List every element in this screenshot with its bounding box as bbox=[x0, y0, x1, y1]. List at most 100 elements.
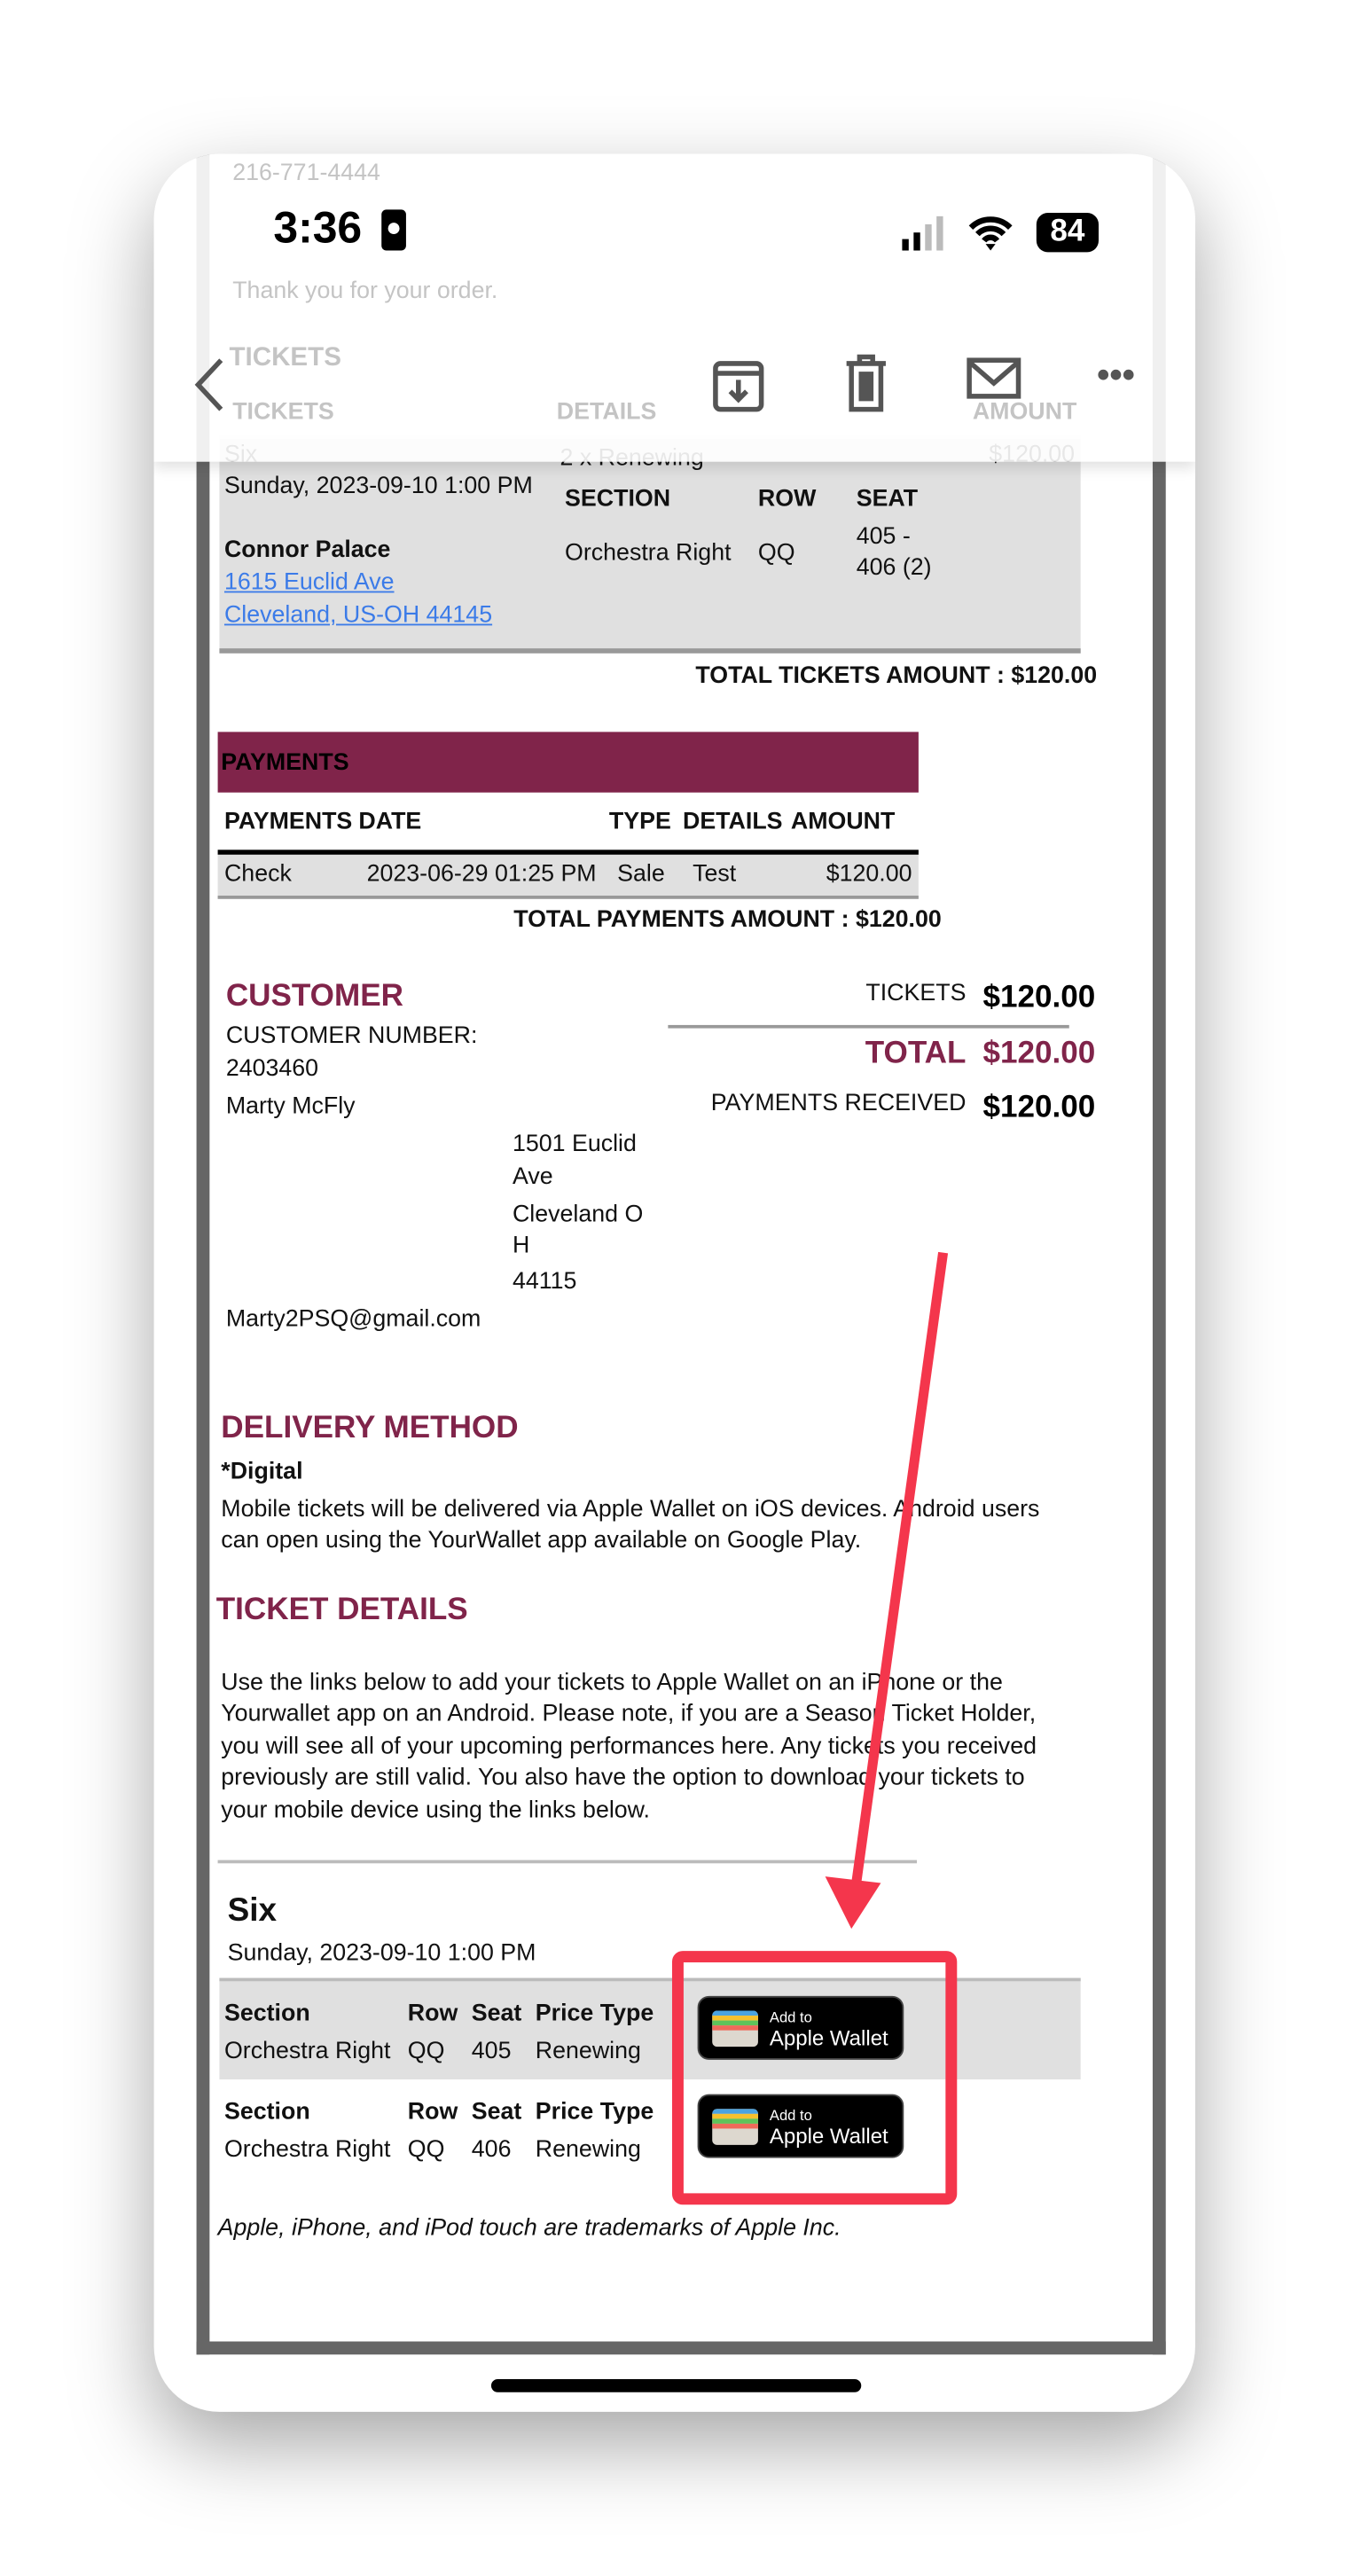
col-details: DETAILS bbox=[556, 399, 657, 427]
divider bbox=[217, 1860, 918, 1864]
total-tickets-amount: TOTAL TICKETS AMOUNT : $120.00 bbox=[695, 662, 1098, 690]
seat-value: 405 - bbox=[856, 523, 911, 551]
col-tickets: TICKETS bbox=[232, 399, 334, 427]
ticket-row-value: QQ bbox=[407, 2136, 445, 2164]
ticket-seat: 405 bbox=[471, 2038, 512, 2065]
battery-indicator: 84 bbox=[1036, 213, 1100, 253]
venue-address-link[interactable]: 1615 Euclid Ave bbox=[224, 570, 395, 597]
trademark-text: Apple, iPhone, and iPod touch are tradem… bbox=[217, 2215, 841, 2242]
payments-row: Check 2023-06-29 01:25 PM Sale Test $120… bbox=[217, 854, 919, 899]
summary-total: $120.00 bbox=[982, 1036, 1096, 1071]
summary-received-label: PAYMENTS RECEIVED bbox=[710, 1090, 967, 1117]
ticket-details-text: Use the links below to add your tickets … bbox=[221, 1670, 1003, 1696]
archive-icon[interactable] bbox=[712, 357, 764, 413]
payment-details: Test bbox=[693, 861, 737, 888]
wallet-large-label: Apple Wallet bbox=[769, 2025, 888, 2050]
email-body: 216-771-4444 Thank you for your order. T… bbox=[196, 153, 1166, 2355]
th-details: DETAILS bbox=[682, 809, 783, 835]
ticket-price-type: Renewing bbox=[535, 2136, 641, 2164]
th-section: Section bbox=[223, 2001, 310, 2027]
ticket-details-text: you will see all of your upcoming perfor… bbox=[221, 1734, 1037, 1760]
status-time: 3:36 bbox=[273, 202, 363, 253]
tickets-title: TICKETS bbox=[229, 343, 341, 372]
summary-tickets: $120.00 bbox=[982, 981, 1096, 1015]
payments-header-bar: PAYMENTS bbox=[217, 732, 919, 793]
ticket-seat: 406 bbox=[471, 2136, 512, 2164]
th-row: Row bbox=[407, 2001, 458, 2027]
id-badge-icon bbox=[381, 209, 406, 251]
show-date: Sunday, 2023-09-10 1:00 PM bbox=[223, 473, 533, 500]
delivery-method: *Digital bbox=[221, 1459, 303, 1485]
ticket-row-value: QQ bbox=[407, 2038, 445, 2065]
home-indicator[interactable] bbox=[490, 2378, 862, 2392]
payments-title: PAYMENTS bbox=[221, 749, 349, 777]
mail-icon[interactable] bbox=[966, 357, 1021, 400]
ticket-show-date: Sunday, 2023-09-10 1:00 PM bbox=[227, 1940, 536, 1967]
summary-divider bbox=[668, 1024, 1069, 1029]
payment-type: Sale bbox=[617, 861, 665, 888]
trash-icon[interactable] bbox=[843, 354, 889, 412]
wifi-icon bbox=[968, 216, 1013, 251]
row-header: ROW bbox=[757, 486, 817, 513]
ticket-details-text: your mobile device using the links below… bbox=[221, 1797, 650, 1825]
ticket-section: Orchestra Right bbox=[223, 2038, 391, 2065]
phone-screen: 216-771-4444 Thank you for your order. T… bbox=[153, 153, 1195, 2412]
seat-value-2: 406 (2) bbox=[856, 554, 932, 582]
delivery-text: Mobile tickets will be delivered via App… bbox=[221, 1496, 1040, 1523]
customer-name: Marty McFly bbox=[225, 1093, 356, 1121]
th-row: Row bbox=[407, 2099, 458, 2126]
customer-number-label: CUSTOMER NUMBER: bbox=[225, 1023, 478, 1050]
summary-received: $120.00 bbox=[982, 1090, 1096, 1125]
wallet-icon bbox=[712, 2109, 758, 2145]
ticket-details-title: TICKET DETAILS bbox=[215, 1593, 468, 1628]
customer-address-line: Cleveland O bbox=[512, 1202, 644, 1228]
venue-city-link[interactable]: Cleveland, US-OH 44145 bbox=[224, 603, 492, 630]
customer-address-line: H bbox=[512, 1233, 530, 1259]
total-payments-amount: TOTAL PAYMENTS AMOUNT : $120.00 bbox=[513, 906, 942, 934]
thanks-text: Thank you for your order. bbox=[232, 278, 498, 305]
wallet-large-label: Apple Wallet bbox=[769, 2123, 888, 2149]
th-payments: PAYMENTS bbox=[223, 809, 353, 835]
wallet-small-label: Add to bbox=[769, 2008, 812, 2026]
add-to-apple-wallet-button[interactable]: Add to Apple Wallet bbox=[697, 2094, 904, 2158]
th-amount: AMOUNT bbox=[790, 809, 896, 835]
payment-date: 2023-06-29 01:25 PM bbox=[366, 861, 597, 888]
payments-table-header: PAYMENTS DATE TYPE DETAILS AMOUNT bbox=[217, 793, 919, 855]
customer-address-line: 1501 Euclid bbox=[512, 1131, 637, 1158]
row-value: QQ bbox=[757, 540, 795, 567]
ticket-show-name: Six bbox=[227, 1892, 278, 1930]
th-section: Section bbox=[223, 2099, 310, 2126]
venue-name: Connor Palace bbox=[223, 536, 391, 564]
delivery-text-2: can open using the YourWallet app availa… bbox=[221, 1527, 862, 1554]
th-date: DATE bbox=[358, 809, 422, 835]
ticket-details-text: Yourwallet app on an Android. Please not… bbox=[221, 1701, 1037, 1728]
th-price-type: Price Type bbox=[535, 2001, 654, 2027]
add-to-apple-wallet-button[interactable]: Add to Apple Wallet bbox=[697, 1995, 904, 2060]
phone-number: 216-771-4444 bbox=[232, 160, 380, 187]
th-seat: Seat bbox=[471, 2099, 522, 2126]
seat-header: SEAT bbox=[856, 486, 919, 513]
wallet-small-label: Add to bbox=[769, 2107, 812, 2124]
th-price-type: Price Type bbox=[535, 2099, 654, 2126]
summary-tickets-label: TICKETS bbox=[865, 981, 967, 1007]
tickets-row: Six Sunday, 2023-09-10 1:00 PM 2 x Renew… bbox=[219, 435, 1081, 654]
customer-email: Marty2PSQ@gmail.com bbox=[225, 1306, 481, 1334]
ticket-details-text: previously are still valid. You also hav… bbox=[221, 1765, 1025, 1792]
section-header: SECTION bbox=[565, 486, 671, 513]
wallet-icon bbox=[712, 2010, 758, 2047]
customer-address-line: 44115 bbox=[512, 1269, 577, 1296]
payment-amount: $120.00 bbox=[826, 861, 912, 888]
summary-total-label: TOTAL bbox=[865, 1036, 967, 1071]
signal-icon bbox=[902, 215, 943, 251]
more-icon[interactable]: ••• bbox=[1097, 354, 1135, 396]
delivery-title: DELIVERY METHOD bbox=[221, 1411, 519, 1446]
col-amount: AMOUNT bbox=[972, 399, 1077, 427]
ticket-section: Orchestra Right bbox=[223, 2136, 391, 2164]
customer-title: CUSTOMER bbox=[225, 979, 403, 1014]
customer-address-line: Ave bbox=[512, 1163, 553, 1191]
th-type: TYPE bbox=[608, 809, 671, 835]
back-chevron-icon[interactable] bbox=[193, 357, 226, 413]
th-seat: Seat bbox=[471, 2001, 522, 2027]
ticket-price-type: Renewing bbox=[535, 2038, 641, 2065]
customer-number: 2403460 bbox=[225, 1055, 319, 1083]
